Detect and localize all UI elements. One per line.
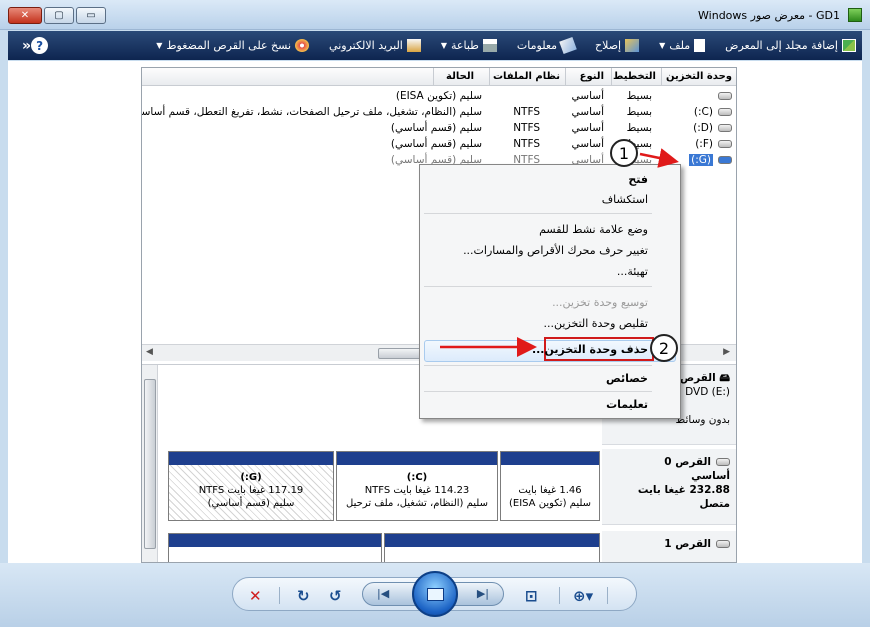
- add-folder-label: إضافة مجلد إلى المعرض: [725, 39, 838, 52]
- maximize-button[interactable]: ▢: [44, 7, 74, 24]
- step-badge-2: 2: [650, 334, 678, 362]
- window-controls: ✕ ▢ ▭: [8, 7, 108, 24]
- fix-button[interactable]: إصلاح: [595, 39, 640, 52]
- image-viewer: وحدة التخزين التخطيط النوع نظام الملفات …: [8, 61, 862, 563]
- arrow-step1: [639, 148, 679, 168]
- toolbar: إضافة مجلد إلى المعرض ملف ▼ إصلاح معلوما…: [8, 31, 862, 60]
- info-icon: [559, 36, 577, 55]
- minimize-button[interactable]: ▭: [76, 7, 106, 24]
- burn-label: نسخ على القرص المضغوط: [166, 39, 292, 52]
- fix-icon: [625, 39, 640, 52]
- email-button[interactable]: البريد الالكتروني: [329, 39, 421, 52]
- burn-menu[interactable]: نسخ على القرص المضغوط ▼: [156, 39, 310, 52]
- photo-gallery-app-icon: [848, 8, 862, 22]
- info-button[interactable]: معلومات: [516, 36, 577, 55]
- toolbar-left-group: ? «: [22, 37, 68, 54]
- previous-icon[interactable]: |◀: [377, 587, 389, 600]
- slideshow-icon: [427, 588, 444, 601]
- file-icon: [694, 39, 706, 52]
- add-folder-button[interactable]: إضافة مجلد إلى المعرض: [725, 39, 856, 52]
- add-folder-icon: [842, 39, 856, 52]
- email-icon: [406, 39, 421, 52]
- close-button[interactable]: ✕: [8, 7, 42, 24]
- title-bar: ✕ ▢ ▭ GD1 - معرض صور Windows: [0, 0, 870, 30]
- chevron-down-icon: ▼: [156, 41, 163, 50]
- burn-icon: [295, 39, 310, 52]
- print-menu[interactable]: طباعة ▼: [441, 39, 497, 52]
- file-menu-label: ملف: [669, 39, 691, 52]
- delete-icon[interactable]: ✕: [249, 587, 262, 605]
- next-icon[interactable]: ▶|: [477, 587, 489, 600]
- actual-size-icon[interactable]: ⊡: [525, 587, 538, 605]
- chevron-down-icon: ▼: [659, 41, 666, 50]
- more-commands-icon[interactable]: «: [22, 38, 31, 54]
- window-title: GD1 - معرض صور Windows: [698, 9, 840, 22]
- file-menu[interactable]: ملف ▼: [659, 39, 706, 52]
- chevron-down-icon: ▼: [440, 41, 448, 50]
- print-label: طباعة: [451, 39, 479, 52]
- zoom-icon[interactable]: ⊕▾: [573, 587, 593, 605]
- fix-label: إصلاح: [595, 39, 622, 52]
- annotation-arrows: [440, 148, 679, 357]
- email-label: البريد الالكتروني: [329, 39, 403, 52]
- rotate-clockwise-icon[interactable]: ↻: [297, 587, 310, 605]
- help-icon[interactable]: ?: [31, 37, 49, 54]
- info-label: معلومات: [516, 39, 558, 52]
- print-icon: [482, 39, 497, 52]
- step-badge-1: 1: [610, 139, 638, 167]
- slideshow-button[interactable]: [412, 571, 458, 617]
- playback-control-bar: ✕ ↻ ↺ ⊡ ⊕▾ |◀ ▶|: [0, 563, 870, 627]
- rotate-counterclockwise-icon[interactable]: ↺: [329, 587, 342, 605]
